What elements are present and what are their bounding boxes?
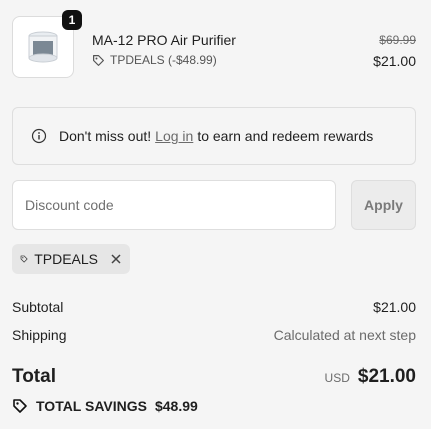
subtotal-value: $21.00 [373,299,416,315]
product-name: MA-12 PRO Air Purifier [92,32,236,48]
item-price: $21.00 [373,53,416,69]
subtotal-row: Subtotal $21.00 [12,299,416,315]
applied-code: TPDEALS [34,251,98,267]
shipping-value: Calculated at next step [273,327,416,343]
applied-discount-tag: TPDEALS [12,244,130,274]
subtotal-label: Subtotal [12,299,64,315]
info-icon [31,128,47,144]
discount-code-input[interactable] [12,180,336,230]
shipping-label: Shipping [12,327,67,343]
item-discount-label: TPDEALS (-$48.99) [110,53,217,67]
item-discount: TPDEALS (-$48.99) [92,53,217,67]
tag-icon [20,255,28,263]
savings-label: TOTAL SAVINGS [36,398,147,414]
rewards-notice: Don't miss out! Log in to earn and redee… [12,107,416,165]
total-amount: $21.00 [357,366,416,387]
line-item: 1 MA-12 PRO Air Purifier TPDEALS (-$48.9… [12,10,416,84]
currency-code: USD [324,371,350,385]
total-amount-group: USD $21.00 [325,366,416,388]
original-price: $69.99 [379,33,416,47]
total-label: Total [12,366,56,387]
order-summary: 1 MA-12 PRO Air Purifier TPDEALS (-$48.9… [12,10,416,414]
notice-prefix: Don't miss out! [59,128,152,144]
tag-icon [13,399,27,413]
quantity-badge: 1 [62,10,82,30]
savings-value: $48.99 [154,398,198,414]
shipping-row: Shipping Calculated at next step [12,327,416,343]
close-icon[interactable] [110,253,122,265]
air-purifier-image [28,31,58,63]
apply-button[interactable]: Apply [351,180,416,230]
notice-suffix: to earn and redeem rewards [197,128,374,144]
tag-icon [93,54,104,66]
total-savings: TOTAL SAVINGS $48.99 [12,398,198,414]
login-link[interactable]: Log in [155,128,193,144]
